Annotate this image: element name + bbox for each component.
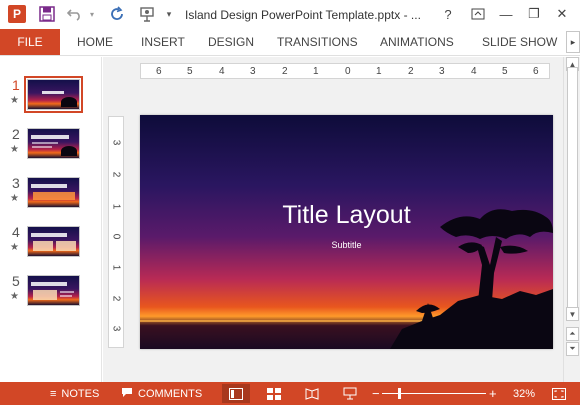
status-bar: ≡ NOTES COMMENTS − + 32% xyxy=(0,382,580,405)
ruler-tick: 1 xyxy=(376,66,382,77)
thumbnail-number: 4 xyxy=(12,224,20,240)
powerpoint-app-icon[interactable]: P xyxy=(6,4,28,24)
customize-dropdown-icon[interactable]: ▾ xyxy=(163,4,175,24)
animation-star-icon: ★ xyxy=(10,242,19,253)
slide-thumbnail-3[interactable] xyxy=(27,177,80,208)
ruler-tick: 3 xyxy=(110,139,122,146)
ribbon-tabs: FILE HOME INSERT DESIGN TRANSITIONS ANIM… xyxy=(0,29,580,56)
slide-thumbnail-4[interactable] xyxy=(27,226,80,257)
tab-animations[interactable]: ANIMATIONS xyxy=(380,29,454,55)
island-tree-silhouette xyxy=(140,209,553,349)
vertical-ruler: 3 2 1 0 1 2 3 xyxy=(108,116,124,348)
redo-icon[interactable] xyxy=(106,4,128,24)
thumbnail-number: 2 xyxy=(12,126,20,142)
zoom-out-button[interactable]: − xyxy=(372,382,380,405)
notes-label: NOTES xyxy=(61,387,100,400)
undo-dropdown-icon[interactable]: ▾ xyxy=(86,4,98,24)
ruler-tick: 4 xyxy=(471,66,477,77)
ruler-tick: 5 xyxy=(502,66,508,77)
ruler-tick: 3 xyxy=(439,66,445,77)
tab-design[interactable]: DESIGN xyxy=(208,29,254,55)
animation-star-icon: ★ xyxy=(10,291,19,302)
tab-file[interactable]: FILE xyxy=(0,29,60,55)
ruler-tick: 1 xyxy=(110,203,122,210)
animation-star-icon: ★ xyxy=(10,144,19,155)
app-icon-letter: P xyxy=(8,5,26,23)
ruler-tick: 0 xyxy=(345,66,351,77)
restore-button[interactable]: ❐ xyxy=(522,3,546,25)
zoom-in-button[interactable]: + xyxy=(489,382,497,405)
comments-button[interactable]: COMMENTS xyxy=(121,382,202,405)
tab-home[interactable]: HOME xyxy=(77,29,113,55)
ruler-tick: 2 xyxy=(408,66,414,77)
slide-sorter-view-icon[interactable] xyxy=(260,384,288,403)
next-slide-icon[interactable]: ⏷ xyxy=(566,342,579,356)
slide-thumbnail-1[interactable] xyxy=(24,76,83,113)
tab-transitions[interactable]: TRANSITIONS xyxy=(277,29,358,55)
close-button[interactable]: ✕ xyxy=(550,3,574,25)
save-icon[interactable] xyxy=(36,4,58,24)
document-title: Island Design PowerPoint Template.pptx -… xyxy=(185,8,421,22)
notes-icon: ≡ xyxy=(50,387,57,400)
ruler-tick: 2 xyxy=(110,171,122,178)
reading-view-icon[interactable] xyxy=(298,384,326,403)
thumbnail-number: 5 xyxy=(12,273,20,289)
tab-insert[interactable]: INSERT xyxy=(141,29,185,55)
animation-star-icon: ★ xyxy=(10,95,19,106)
notes-button[interactable]: ≡ NOTES xyxy=(50,382,99,405)
ruler-tick: 1 xyxy=(110,264,122,271)
title-bar: P ▾ ▾ Island Design PowerPoint Template.… xyxy=(0,0,580,29)
previous-slide-icon[interactable]: ⏶ xyxy=(566,327,579,341)
ruler-tick: 6 xyxy=(156,66,162,77)
ruler-tick: 0 xyxy=(110,233,122,240)
help-button[interactable]: ? xyxy=(436,3,460,25)
undo-icon[interactable] xyxy=(64,4,86,24)
slide-thumbnail-2[interactable] xyxy=(27,128,80,159)
thumbnail-number: 3 xyxy=(12,175,20,191)
slide-canvas[interactable]: Title Layout Subtitle xyxy=(140,115,553,349)
thumbnail-number: 1 xyxy=(12,77,20,93)
scroll-down-icon[interactable]: ▼ xyxy=(566,307,579,321)
ruler-tick: 3 xyxy=(250,66,256,77)
horizontal-ruler: 6 5 4 3 2 1 0 1 2 3 4 5 6 xyxy=(140,63,550,79)
slide-title[interactable]: Title Layout xyxy=(140,201,553,230)
fit-slide-to-window-icon[interactable] xyxy=(545,384,573,403)
ruler-tick: 6 xyxy=(533,66,539,77)
presenter-icon[interactable] xyxy=(136,4,158,24)
minimize-button[interactable]: — xyxy=(494,3,518,25)
tab-slide-show[interactable]: SLIDE SHOW xyxy=(482,29,557,55)
ruler-tick: 2 xyxy=(110,295,122,302)
zoom-level[interactable]: 32% xyxy=(513,382,535,405)
normal-view-icon[interactable] xyxy=(222,384,250,403)
vertical-scrollbar[interactable]: ▲ ▼ ⏶ ⏷ xyxy=(563,57,580,382)
ruler-tick: 4 xyxy=(219,66,225,77)
zoom-slider-thumb[interactable] xyxy=(398,388,401,399)
slide-show-view-icon[interactable] xyxy=(336,384,364,403)
ribbon-scroll-right-button[interactable]: ▸ xyxy=(566,31,580,53)
ruler-tick: 1 xyxy=(313,66,319,77)
slide-subtitle[interactable]: Subtitle xyxy=(140,240,553,250)
ruler-tick: 2 xyxy=(282,66,288,77)
slide-thumbnail-pane: 1 ★ 2 ★ 3 ★ 4 ★ 5 ★ xyxy=(0,57,102,382)
ruler-tick: 5 xyxy=(187,66,193,77)
comments-label: COMMENTS xyxy=(138,387,203,400)
ruler-tick: 3 xyxy=(110,325,122,332)
animation-star-icon: ★ xyxy=(10,193,19,204)
slide-thumbnail-5[interactable] xyxy=(27,275,80,306)
comment-icon xyxy=(121,387,133,401)
scrollbar-thumb[interactable] xyxy=(567,67,578,312)
ribbon-display-options-icon[interactable] xyxy=(466,3,490,25)
